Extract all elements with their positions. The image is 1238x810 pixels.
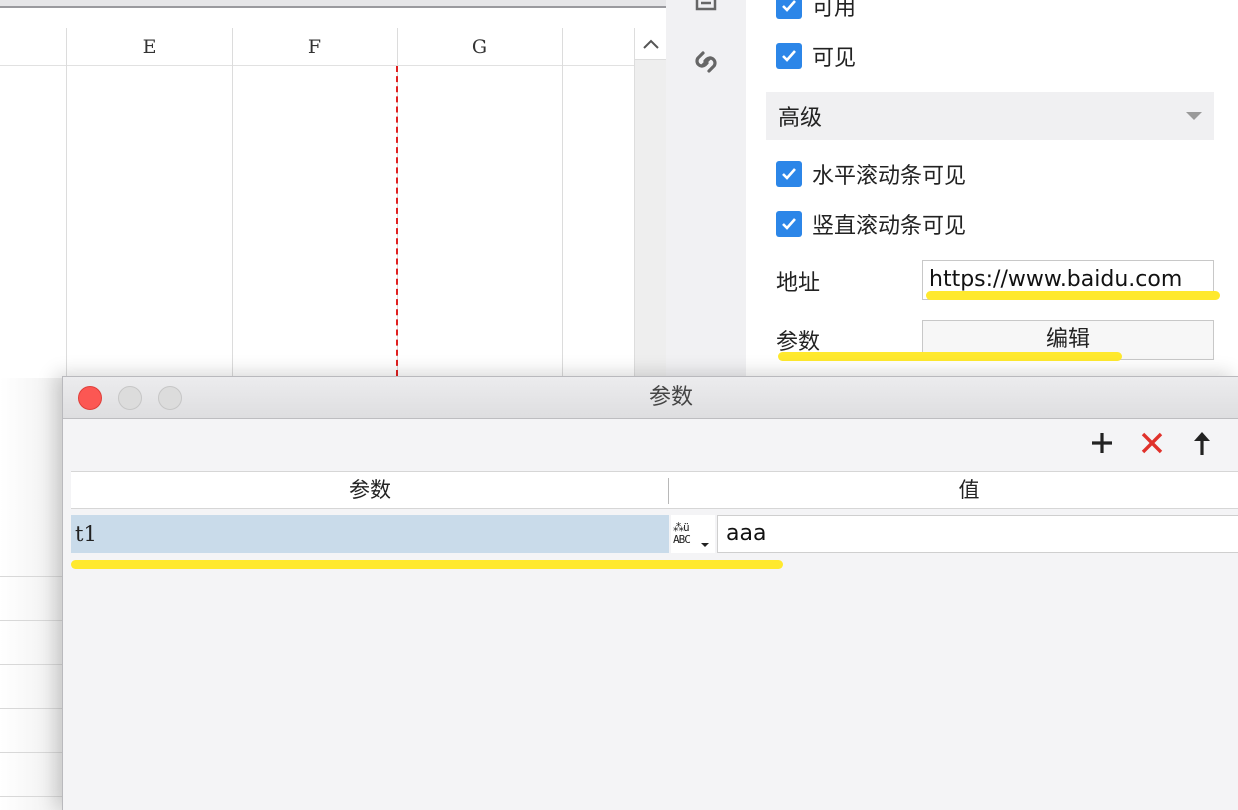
dropdown-caret-icon <box>701 543 709 547</box>
checkmark-icon <box>782 168 796 180</box>
vertical-scrollbar[interactable] <box>634 28 666 378</box>
screen: E F G 可用 可见 高级 水平滚动条可见 竖直滚动条可见 地址 https:… <box>0 0 1238 810</box>
column-header-value[interactable]: 值 <box>669 472 1238 508</box>
column-gridline <box>562 28 563 378</box>
add-icon <box>1092 433 1112 453</box>
column-gridline <box>232 28 233 378</box>
checkbox[interactable] <box>776 211 802 237</box>
params-table-header: 参数 值 <box>71 471 1238 509</box>
chevron-down-icon <box>1186 112 1202 120</box>
move-up-button[interactable] <box>1186 427 1218 459</box>
check-visible[interactable]: 可见 <box>776 40 856 72</box>
check-vertical-scrollbar[interactable]: 竖直滚动条可见 <box>776 208 966 240</box>
row-gridline <box>0 576 62 577</box>
row-gridline <box>0 708 62 709</box>
address-label: 地址 <box>776 271 821 296</box>
row-gridline <box>0 664 62 665</box>
column-header-row: E F G <box>0 28 634 66</box>
arrow-up-icon <box>1194 432 1210 455</box>
param-value-input[interactable]: aaa <box>717 515 1238 553</box>
section-title: 高级 <box>778 106 823 131</box>
highlight-mark <box>71 560 783 569</box>
highlight-mark <box>926 291 1220 300</box>
clipboard-icon[interactable] <box>686 0 726 20</box>
row-gridline <box>0 752 62 753</box>
checkbox[interactable] <box>776 161 802 187</box>
column-header-g[interactable]: G <box>397 28 562 66</box>
column-header-f[interactable]: F <box>232 28 397 66</box>
property-panel: 可用 可见 高级 水平滚动条可见 竖直滚动条可见 地址 https://www.… <box>746 0 1238 380</box>
checkbox[interactable] <box>776 43 802 69</box>
page-break-line <box>396 66 398 376</box>
chevron-up-icon <box>642 39 659 49</box>
row-gridline <box>0 796 62 797</box>
checkmark-icon <box>782 50 796 62</box>
check-label: 竖直滚动条可见 <box>812 214 967 239</box>
highlight-mark <box>778 352 1122 361</box>
check-label: 水平滚动条可见 <box>812 164 967 189</box>
dialog-title: 参数 <box>648 385 693 410</box>
checkbox[interactable] <box>776 0 802 19</box>
row-gridline <box>0 620 62 621</box>
params-table-body: t1 ⁂ü ABC aaa <box>71 509 1238 810</box>
check-label: 可用 <box>812 0 857 21</box>
value-type-button[interactable]: ⁂ü ABC <box>671 515 715 553</box>
column-gridline <box>66 28 67 378</box>
column-header-e[interactable]: E <box>67 28 232 66</box>
check-enabled[interactable]: 可用 <box>776 0 856 22</box>
row-gridlines <box>0 530 62 810</box>
param-name-cell[interactable]: t1 <box>71 515 669 553</box>
checkmark-icon <box>782 218 796 230</box>
scroll-up-button[interactable] <box>635 28 666 60</box>
check-horizontal-scrollbar[interactable]: 水平滚动条可见 <box>776 158 966 190</box>
dialog-titlebar[interactable]: 参数 <box>63 377 1238 419</box>
checkmark-icon <box>782 0 796 12</box>
delete-icon <box>1141 432 1163 454</box>
column-header-param[interactable]: 参数 <box>71 472 669 508</box>
advanced-section-header[interactable]: 高级 <box>766 92 1214 140</box>
add-row-button[interactable] <box>1086 427 1118 459</box>
params-dialog: 参数 参数 值 t1 ⁂ü ABC aaa <box>62 376 1238 810</box>
sheet-top-bar <box>0 0 666 8</box>
side-tool-strip <box>666 0 746 380</box>
check-label: 可见 <box>812 46 857 71</box>
link-icon[interactable] <box>686 42 726 82</box>
delete-row-button[interactable] <box>1136 427 1168 459</box>
table-row[interactable]: t1 ⁂ü ABC aaa <box>71 515 1238 553</box>
